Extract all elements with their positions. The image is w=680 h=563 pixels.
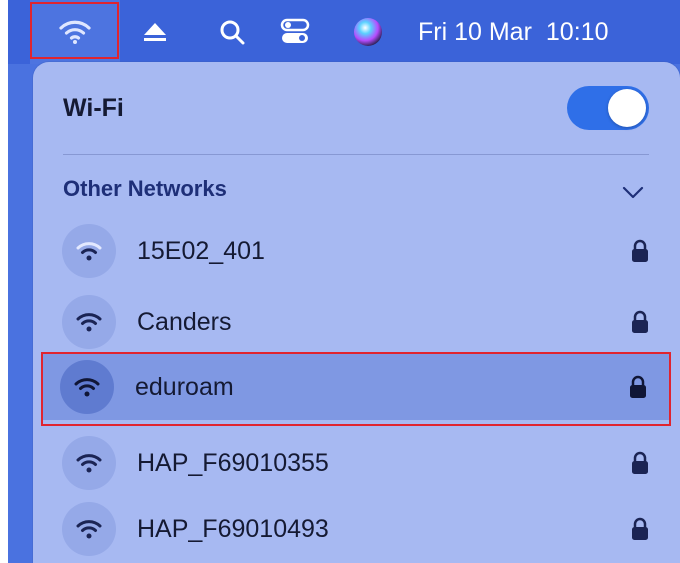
control-center-icon <box>280 18 310 43</box>
menubar-time: 10:10 <box>545 17 609 46</box>
menubar-control-center-button[interactable] <box>272 0 318 64</box>
menubar-spotlight-button[interactable] <box>210 0 254 64</box>
network-wifi-icon-bg <box>62 224 116 278</box>
wifi-panel-title: Wi-Fi <box>63 94 124 122</box>
network-wifi-icon-bg <box>62 502 116 556</box>
menubar-siri-button[interactable] <box>345 0 391 64</box>
other-networks-header[interactable]: Other Networks <box>63 176 227 202</box>
lock-icon <box>632 517 648 540</box>
wifi-signal-icon <box>74 378 100 397</box>
wifi-signal-icon <box>76 313 102 332</box>
network-name: HAP_F69010493 <box>137 514 329 543</box>
wifi-icon <box>59 20 91 44</box>
eject-icon <box>144 23 166 41</box>
menubar-eject-button[interactable] <box>135 0 175 64</box>
menubar-date: Fri 10 Mar <box>418 17 532 46</box>
wifi-signal-icon <box>76 520 102 539</box>
wifi-toggle-knob <box>608 89 646 127</box>
network-wifi-icon-bg <box>62 436 116 490</box>
network-name: eduroam <box>135 372 234 401</box>
search-icon <box>220 20 245 45</box>
network-row[interactable]: Canders <box>43 289 670 355</box>
network-name: 15E02_401 <box>137 236 265 265</box>
network-row[interactable]: HAP_F69010493 <box>43 496 670 562</box>
siri-icon <box>354 18 382 46</box>
network-row[interactable]: 15E02_401 <box>43 218 670 284</box>
menubar-clock[interactable]: Fri 10 Mar 10:10 <box>418 0 650 64</box>
lock-icon <box>632 239 648 262</box>
wifi-signal-icon <box>76 454 102 473</box>
wifi-menu-panel: Wi-Fi Other Networks 15E02_401 Canders e… <box>33 62 680 563</box>
lock-icon <box>632 310 648 333</box>
network-row-selected[interactable]: eduroam <box>41 354 669 420</box>
panel-divider <box>63 154 649 155</box>
network-name: Canders <box>137 307 232 336</box>
wifi-signal-icon <box>76 242 102 261</box>
network-row[interactable]: HAP_F69010355 <box>43 430 670 496</box>
lock-icon <box>630 375 646 398</box>
wifi-toggle[interactable] <box>567 86 649 130</box>
lock-icon <box>632 451 648 474</box>
chevron-down-icon[interactable] <box>619 180 647 204</box>
screen: Fri 10 Mar 10:10 Wi-Fi Other Networks 15… <box>0 0 680 563</box>
menubar-wifi-button[interactable] <box>30 0 120 64</box>
network-name: HAP_F69010355 <box>137 448 329 477</box>
network-wifi-icon-bg <box>60 360 114 414</box>
network-wifi-icon-bg <box>62 295 116 349</box>
